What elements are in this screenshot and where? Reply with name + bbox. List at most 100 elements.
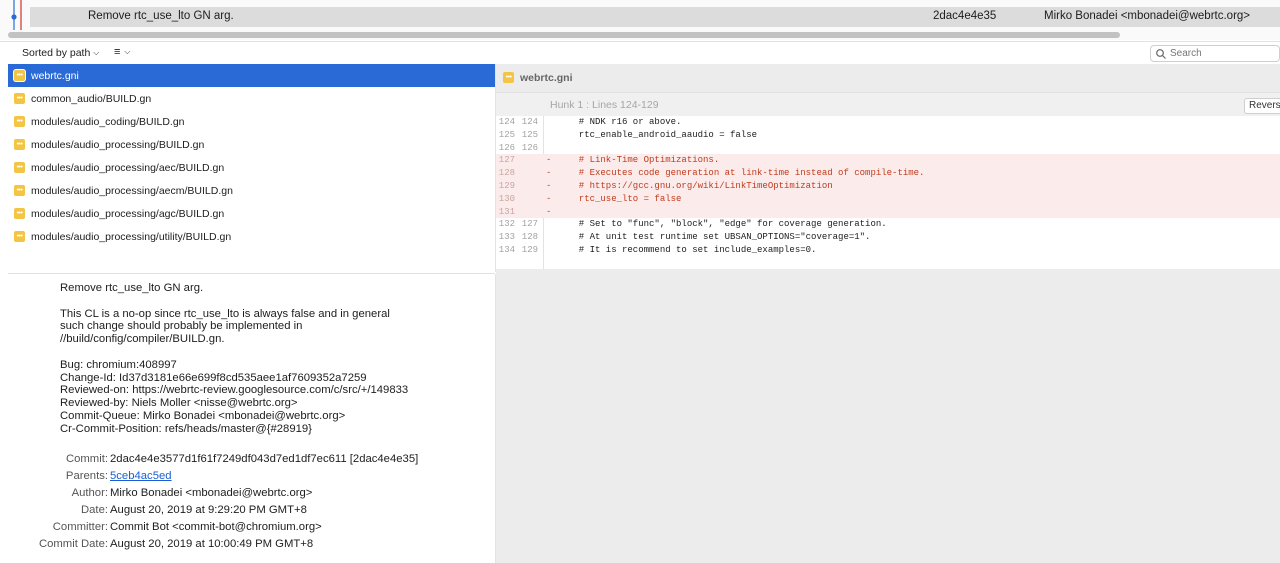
old-line-number: 125 [498, 129, 515, 140]
new-line-number: 125 [521, 129, 538, 140]
reverse-hunk-button[interactable]: Reverse [1244, 98, 1280, 114]
modified-file-icon: ••• [14, 162, 25, 173]
meta-label: Commit: [65, 453, 108, 465]
commit-description: This CL is a no-op since rtc_use_lto is … [60, 308, 460, 346]
diff-line-context[interactable]: 124 124 # NDK r16 or above. [496, 116, 1280, 129]
code-text: # At unit test runtime set UBSAN_OPTIONS… [568, 232, 871, 243]
trailer-line: Commit-Queue: Mirko Bonadei <mbonadei@we… [60, 409, 346, 422]
changed-files-list: ••• webrtc.gni ••• common_audio/BUILD.gn… [8, 64, 496, 272]
meta-label: Author: [71, 487, 108, 499]
diff-marker: - [546, 206, 552, 217]
modified-file-icon: ••• [14, 93, 25, 104]
diff-line-context[interactable]: 132 127 # Set to "func", "block", "edge" … [496, 218, 1280, 231]
meta-label: Date: [80, 504, 108, 516]
diff-line-context[interactable]: 125 125 rtc_enable_android_aaudio = false [496, 129, 1280, 142]
code-text: # Executes code generation at link-time … [568, 168, 925, 179]
commit-summary: Remove rtc_use_lto GN arg. [60, 282, 204, 294]
code-text: # Link-Time Optimizations. [568, 155, 720, 166]
file-item[interactable]: ••• modules/audio_processing/aec/BUILD.g… [8, 156, 495, 179]
diff-marker: - [546, 181, 552, 191]
sort-label: Sorted by path [22, 47, 91, 59]
old-line-number: 128 [498, 168, 515, 179]
description-line: //build/config/compiler/BUILD.gn. [60, 333, 225, 346]
old-line-number: 131 [498, 206, 515, 217]
diff-line-removed[interactable]: 129 - # https://gcc.gnu.org/wiki/LinkTime… [496, 180, 1280, 193]
diff-line-removed[interactable]: 130 - rtc_use_lto = false [496, 192, 1280, 206]
commit-trailers: Bug: chromium:408997 Change-Id: Id37d318… [60, 359, 460, 436]
old-line-number: 124 [498, 117, 515, 127]
modified-file-icon: ••• [14, 116, 25, 127]
file-item[interactable]: ••• modules/audio_processing/BUILD.gn [8, 133, 495, 156]
diff-line-removed[interactable]: 127 - # Link-Time Optimizations. [496, 154, 1280, 168]
file-name: modules/audio_processing/agc/BUILD.gn [31, 207, 225, 220]
meta-value: 5ceb4ac5ed [110, 470, 172, 482]
file-item[interactable]: ••• common_audio/BUILD.gn [8, 87, 495, 110]
old-line-number: 130 [498, 193, 515, 204]
diff-line-context[interactable]: 134 129 # It is recommend to set include_… [496, 244, 1280, 257]
file-name: modules/audio_processing/aecm/BUILD.gn [31, 184, 233, 197]
meta-label: Commit Date: [38, 538, 108, 550]
diff-marker: - [546, 168, 552, 179]
modified-file-icon: ••• [14, 139, 25, 150]
meta-label: Parents: [65, 470, 108, 482]
commit-author: Mirko Bonadei <mbonadei@webrtc.org> [1044, 10, 1251, 22]
chevron-down-icon: ⌵ [93, 48, 100, 57]
old-line-number: 133 [498, 232, 515, 243]
search-icon [1156, 48, 1166, 59]
new-line-number: 124 [521, 117, 538, 127]
diff-pane: ••• webrtc.gni Hunk 1 : Lines 124-129 Re… [496, 64, 1280, 563]
commit-message-body: Remove rtc_use_lto GN arg. This CL is a … [60, 282, 460, 448]
file-name: modules/audio_coding/BUILD.gn [31, 115, 185, 128]
diff-file-name: webrtc.gni [520, 71, 573, 84]
diff-line-removed[interactable]: 131 - [496, 205, 1280, 219]
sort-dropdown[interactable]: Sorted by path ⌵ [22, 47, 99, 59]
scrollbar-thumb[interactable] [8, 32, 1120, 38]
meta-value: Commit Bot <commit-bot@chromium.org> [110, 521, 322, 533]
code-text: # Set to "func", "block", "edge" for cov… [568, 219, 887, 230]
code-text: # https://gcc.gnu.org/wiki/LinkTimeOptim… [568, 181, 833, 191]
horizontal-scrollbar[interactable] [0, 30, 1280, 40]
old-line-number: 129 [498, 181, 515, 191]
new-line-number: 129 [521, 245, 538, 255]
meta-label: Committer: [52, 521, 108, 533]
modified-file-icon: ••• [14, 70, 25, 81]
new-line-number: 126 [521, 142, 538, 153]
chevron-down-icon: ⌵ [124, 47, 131, 56]
code-text: rtc_enable_android_aaudio = false [568, 129, 758, 140]
new-line-number: 128 [521, 232, 538, 243]
file-toolbar: Sorted by path ⌵ ≡ ⌵ [0, 41, 1280, 65]
old-line-number: 126 [498, 142, 515, 153]
code-text: # NDK r16 or above. [568, 117, 682, 127]
file-item[interactable]: ••• modules/audio_processing/utility/BUI… [8, 225, 495, 248]
hunk-header: Hunk 1 : Lines 124-129 Reverse [496, 92, 1280, 117]
old-line-number: 127 [498, 155, 515, 166]
list-icon: ≡ [114, 46, 121, 58]
file-name: webrtc.gni [31, 69, 79, 82]
file-item[interactable]: ••• modules/audio_coding/BUILD.gn [8, 110, 495, 133]
old-line-number: 134 [498, 245, 515, 255]
diff-marker: - [546, 193, 552, 204]
parent-commit-link[interactable]: 5ceb4ac5ed [110, 470, 172, 482]
new-line-number: 127 [521, 219, 538, 230]
trailer-line: Bug: chromium:408997 [60, 358, 177, 371]
search-field[interactable] [1150, 45, 1280, 62]
commit-details: Remove rtc_use_lto GN arg. This CL is a … [8, 274, 496, 563]
diff-file-header: ••• webrtc.gni [496, 64, 1280, 91]
commit-hash: 2dac4e4e35 [933, 10, 997, 22]
trailer-line: Reviewed-on: https://webrtc-review.googl… [60, 384, 409, 397]
commit-message: Remove rtc_use_lto GN arg. [88, 10, 234, 22]
file-item[interactable]: ••• modules/audio_processing/aecm/BUILD.… [8, 179, 495, 202]
search-input[interactable] [1167, 48, 1270, 59]
diff-line-removed[interactable]: 128 - # Executes code generation at link-… [496, 167, 1280, 180]
hunk-title: Hunk 1 : Lines 124-129 [550, 99, 659, 111]
meta-value: Mirko Bonadei <mbonadei@webrtc.org> [110, 487, 313, 499]
code-text: # It is recommend to set include_example… [568, 245, 817, 255]
diff-marker: - [546, 155, 552, 166]
diff-line-context[interactable]: 133 128 # At unit test runtime set UBSAN_… [496, 231, 1280, 244]
file-item[interactable]: ••• webrtc.gni [8, 64, 495, 87]
code-text: rtc_use_lto = false [568, 193, 682, 204]
diff-line-context[interactable]: 126 126 [496, 142, 1280, 155]
view-mode-dropdown[interactable]: ≡ ⌵ [114, 46, 131, 58]
file-item[interactable]: ••• modules/audio_processing/agc/BUILD.g… [8, 202, 495, 225]
file-name: common_audio/BUILD.gn [31, 92, 152, 105]
